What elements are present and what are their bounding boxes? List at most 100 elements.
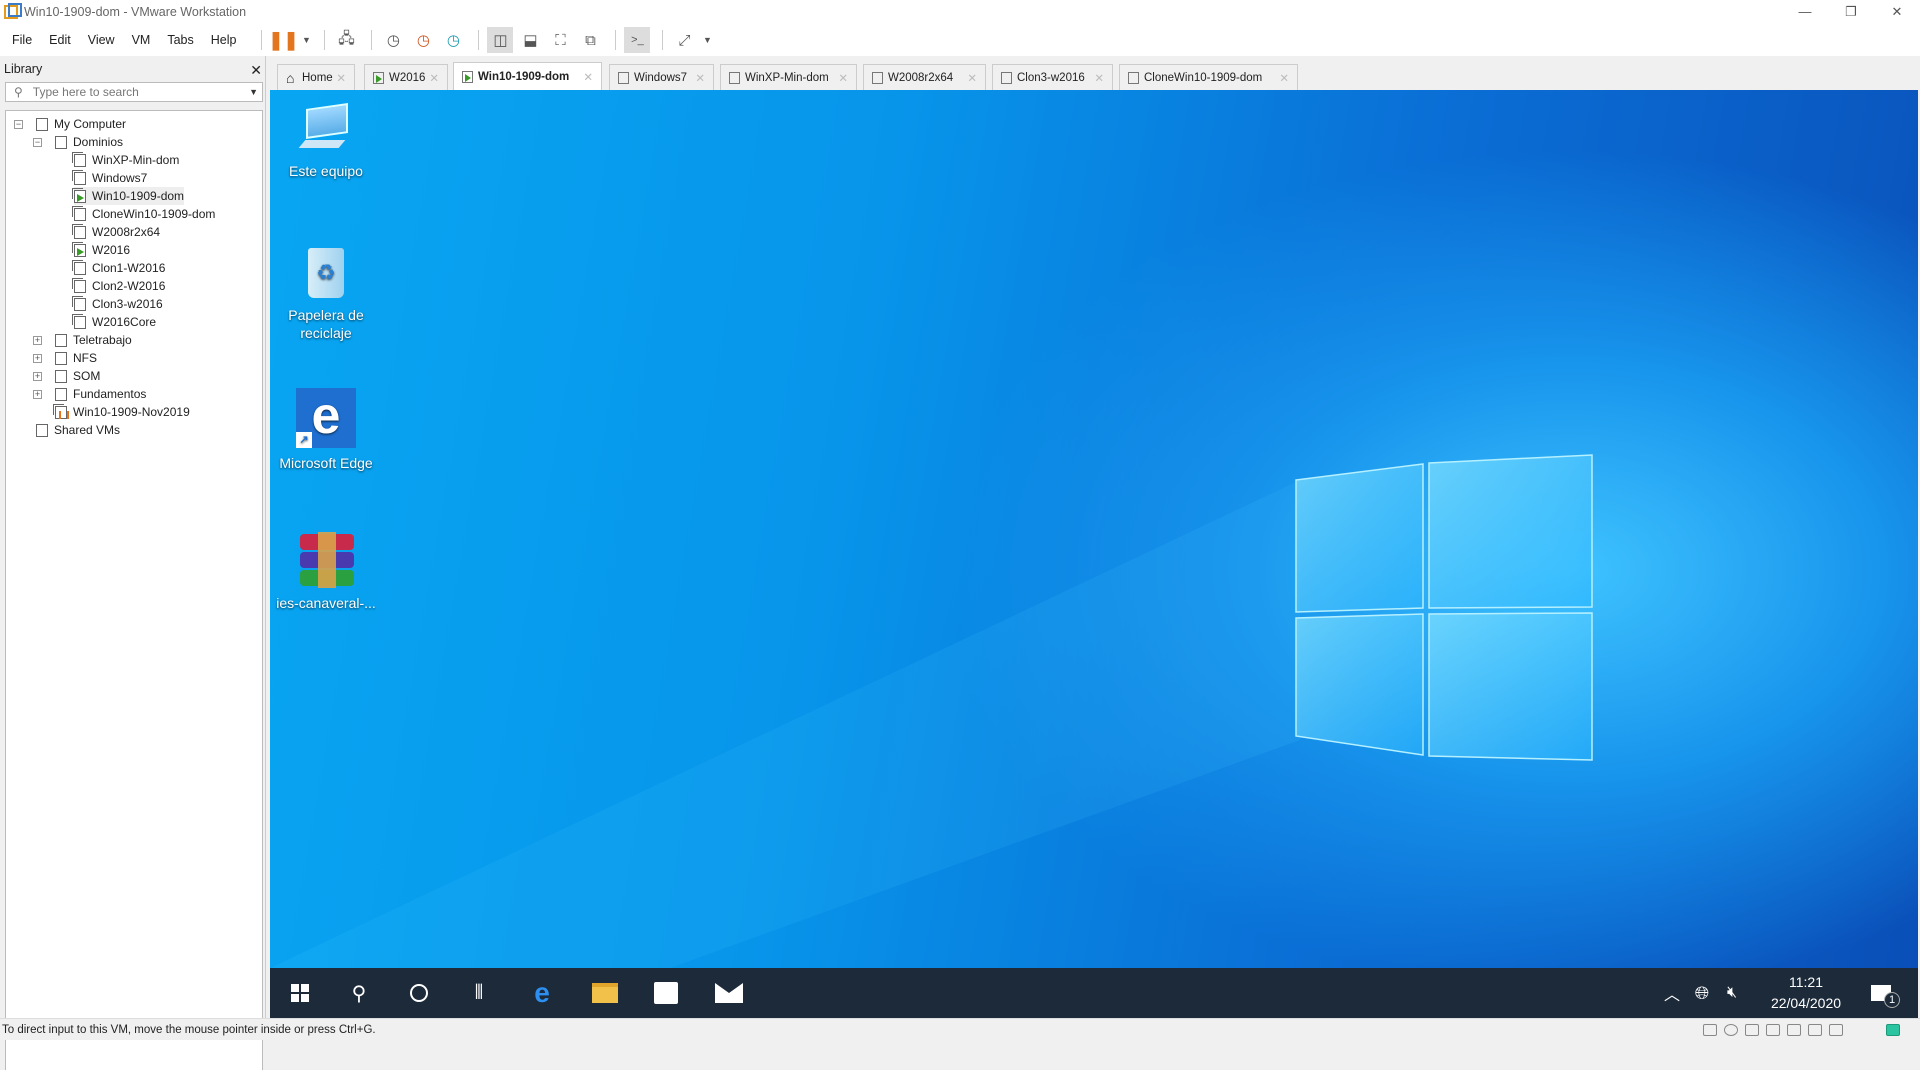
tree-expander-icon[interactable]: + bbox=[33, 390, 42, 399]
tree-item[interactable]: Dominios bbox=[55, 133, 123, 151]
stretch-dropdown-icon[interactable]: ▼ bbox=[701, 27, 713, 53]
tab-w2008r2x64[interactable]: W2008r2x64 ✕ bbox=[863, 64, 986, 90]
show-hidden-icons-button[interactable]: ︿ bbox=[1657, 968, 1687, 1018]
tree-item[interactable]: Windows7 bbox=[72, 169, 147, 187]
restore-button[interactable]: ❐ bbox=[1828, 4, 1874, 20]
taskbar-edge[interactable]: e bbox=[514, 968, 570, 1018]
minimize-button[interactable]: — bbox=[1782, 4, 1828, 20]
menu-edit[interactable]: Edit bbox=[49, 33, 71, 47]
network-button[interactable]: 🌐︎ bbox=[1687, 968, 1717, 1018]
stretch-guest-icon[interactable]: ⤢ bbox=[671, 27, 697, 53]
vm-display[interactable]: Este equipo ♻ Papelera de reciclaje e ↗ … bbox=[270, 90, 1918, 968]
windows-taskbar: ⚲ ⫴ e ︿ 🌐︎ 🔇︎ 11:21 22/04/2020 1 bbox=[270, 968, 1918, 1018]
cd-dvd-icon[interactable] bbox=[1724, 1024, 1738, 1036]
status-text: To direct input to this VM, move the mou… bbox=[2, 1023, 376, 1036]
search-button[interactable]: ⚲ bbox=[331, 968, 387, 1018]
tab-winxp-min-dom[interactable]: WinXP-Min-dom ✕ bbox=[720, 64, 857, 90]
close-tab-icon[interactable]: ✕ bbox=[1094, 71, 1104, 85]
tab-windows7[interactable]: Windows7 ✕ bbox=[609, 64, 714, 90]
tree-expander-icon[interactable]: − bbox=[14, 120, 23, 129]
clock-date: 22/04/2020 bbox=[1770, 995, 1842, 1011]
tree-expander-icon[interactable]: + bbox=[33, 372, 42, 381]
console-view-icon[interactable]: >_ bbox=[624, 27, 651, 53]
tree-item[interactable]: W2016Core bbox=[72, 313, 156, 331]
tree-item[interactable]: W2016 bbox=[72, 241, 130, 259]
network-adapter-icon[interactable] bbox=[1745, 1024, 1759, 1036]
taskbar-store[interactable] bbox=[638, 968, 694, 1018]
tab-win10-1909-dom[interactable]: Win10-1909-dom ✕ bbox=[453, 62, 602, 90]
tree-item[interactable]: Teletrabajo bbox=[55, 331, 132, 349]
folder-icon bbox=[55, 369, 67, 383]
tree-item[interactable]: Clon2-W2016 bbox=[72, 277, 165, 295]
desktop-icon-este-equipo[interactable]: Este equipo bbox=[271, 100, 381, 180]
revert-snapshot-icon[interactable]: ◷ bbox=[410, 27, 436, 53]
vm-running-icon bbox=[72, 241, 86, 257]
tree-item[interactable]: Clon1-W2016 bbox=[72, 259, 165, 277]
start-button[interactable] bbox=[272, 968, 328, 1018]
pause-vm-button[interactable]: ❚❚ bbox=[268, 27, 298, 53]
action-center-button[interactable]: 1 bbox=[1858, 968, 1904, 1018]
tree-item[interactable]: NFS bbox=[55, 349, 97, 367]
search-dropdown-icon[interactable]: ▼ bbox=[249, 87, 258, 97]
task-view-button[interactable]: ⫴ bbox=[451, 968, 507, 1018]
menu-view[interactable]: View bbox=[88, 33, 115, 47]
unity-icon[interactable]: ⧉ bbox=[577, 27, 603, 53]
snapshot-icon[interactable]: ◷ bbox=[380, 27, 406, 53]
vm-clone-icon bbox=[1128, 71, 1139, 84]
menu-file[interactable]: File bbox=[12, 33, 32, 47]
menu-vm[interactable]: VM bbox=[132, 33, 151, 47]
close-library-button[interactable]: ✕ bbox=[250, 62, 262, 79]
tree-item[interactable]: W2008r2x64 bbox=[72, 223, 160, 241]
hard-disk-icon[interactable] bbox=[1703, 1024, 1717, 1036]
close-window-button[interactable]: ✕ bbox=[1874, 4, 1920, 20]
volume-button[interactable]: 🔇︎ bbox=[1717, 968, 1747, 1018]
tree-expander-icon[interactable]: − bbox=[33, 138, 42, 147]
library-search-input[interactable]: ⚲ Type here to search ▼ bbox=[5, 82, 263, 102]
tree-item[interactable]: WinXP-Min-dom bbox=[72, 151, 179, 169]
sound-card-icon[interactable] bbox=[1787, 1024, 1801, 1036]
tab-clonewin10-1909-dom[interactable]: CloneWin10-1909-dom ✕ bbox=[1119, 64, 1298, 90]
message-log-icon[interactable] bbox=[1886, 1024, 1900, 1036]
show-library-icon[interactable]: ◫ bbox=[487, 27, 514, 53]
display-icon[interactable] bbox=[1829, 1024, 1843, 1036]
tree-item[interactable]: SOM bbox=[55, 367, 100, 385]
tree-item-label: CloneWin10-1909-dom bbox=[92, 207, 216, 221]
desktop-icon-ies-canaveral[interactable]: ies-canaveral-... bbox=[271, 532, 381, 612]
audio-icon[interactable] bbox=[1808, 1024, 1822, 1036]
tree-expander-icon[interactable]: + bbox=[33, 354, 42, 363]
taskbar-mail[interactable] bbox=[701, 968, 757, 1018]
tree-item[interactable]: CloneWin10-1909-dom bbox=[72, 205, 216, 223]
close-tab-icon[interactable]: ✕ bbox=[695, 71, 705, 85]
tree-item[interactable]: Win10-1909-Nov2019 bbox=[53, 403, 190, 421]
clock[interactable]: 11:21 22/04/2020 bbox=[1756, 968, 1856, 1018]
desktop-icon-microsoft-edge[interactable]: e ↗ Microsoft Edge bbox=[271, 388, 381, 472]
tab-clon3-w2016[interactable]: Clon3-w2016 ✕ bbox=[992, 64, 1113, 90]
taskbar-file-explorer[interactable] bbox=[577, 968, 633, 1018]
send-ctrl-alt-del-icon[interactable]: 🖧 bbox=[333, 27, 359, 53]
close-tab-icon[interactable]: ✕ bbox=[429, 71, 439, 85]
menu-help[interactable]: Help bbox=[211, 33, 237, 47]
full-screen-icon[interactable]: ⛶ bbox=[547, 27, 573, 53]
menu-tabs[interactable]: Tabs bbox=[167, 33, 193, 47]
tree-expander-icon[interactable]: + bbox=[33, 336, 42, 345]
tree-item[interactable]: Fundamentos bbox=[55, 385, 146, 403]
tree-item[interactable]: My Computer bbox=[36, 115, 126, 133]
tree-item[interactable]: Clon3-w2016 bbox=[72, 295, 163, 313]
vm-paused-icon bbox=[53, 403, 69, 419]
printer-icon[interactable] bbox=[1766, 1024, 1780, 1036]
desktop-icon-papelera[interactable]: ♻ Papelera de reciclaje bbox=[271, 244, 381, 342]
close-tab-icon[interactable]: ✕ bbox=[967, 71, 977, 85]
cortana-button[interactable] bbox=[391, 968, 447, 1018]
power-dropdown-icon[interactable]: ▼ bbox=[300, 27, 312, 53]
close-tab-icon[interactable]: ✕ bbox=[1279, 71, 1289, 85]
tree-item[interactable]: Shared VMs bbox=[36, 421, 120, 439]
close-tab-icon[interactable]: ✕ bbox=[583, 70, 593, 84]
tab-w2016[interactable]: W2016 ✕ bbox=[364, 64, 448, 90]
close-tab-icon[interactable]: ✕ bbox=[336, 71, 346, 85]
tab-home[interactable]: ⌂ Home ✕ bbox=[277, 64, 355, 90]
close-tab-icon[interactable]: ✕ bbox=[838, 71, 848, 85]
snapshot-manager-icon[interactable]: ◷ bbox=[440, 27, 466, 53]
library-panel: Library ✕ ⚲ Type here to search ▼ − My Co… bbox=[0, 56, 266, 1070]
tree-item[interactable]: Win10-1909-dom bbox=[72, 187, 185, 205]
thumbnail-bar-icon[interactable]: ⬓ bbox=[517, 27, 543, 53]
